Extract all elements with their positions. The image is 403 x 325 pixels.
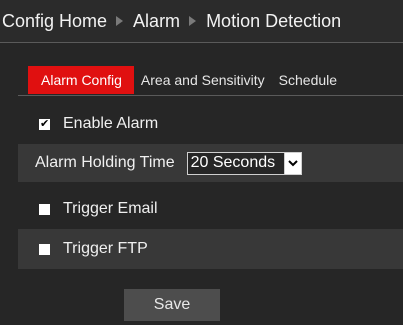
trigger-ftp-row: Trigger FTP xyxy=(18,229,403,269)
breadcrumb-motion-detection: Motion Detection xyxy=(206,10,342,31)
checkmark-icon: ✔ xyxy=(40,116,50,130)
chevron-down-icon[interactable] xyxy=(283,151,302,175)
enable-alarm-row: ✔ Enable Alarm xyxy=(18,107,403,141)
trigger-email-row: Trigger Email xyxy=(18,190,403,228)
trigger-email-checkbox[interactable] xyxy=(39,203,50,215)
tab-schedule[interactable]: Schedule xyxy=(272,66,344,94)
alarm-holding-time-value[interactable]: 20 Seconds xyxy=(186,151,284,175)
tab-alarm-config[interactable]: Alarm Config xyxy=(28,66,134,94)
enable-alarm-checkbox[interactable]: ✔ xyxy=(39,116,50,130)
tab-area-and-sensitivity[interactable]: Area and Sensitivity xyxy=(134,66,272,94)
tab-bar: Alarm Config Area and Sensitivity Schedu… xyxy=(28,66,344,94)
save-button[interactable]: Save xyxy=(124,289,220,321)
enable-alarm-label: Enable Alarm xyxy=(63,115,159,132)
breadcrumb-separator-icon xyxy=(189,16,197,26)
breadcrumb: Config Home Alarm Motion Detection xyxy=(0,0,403,43)
alarm-holding-time-row: Alarm Holding Time 20 Seconds xyxy=(18,144,403,182)
alarm-holding-time-select[interactable]: 20 Seconds xyxy=(186,151,302,175)
trigger-ftp-checkbox[interactable] xyxy=(39,243,50,255)
breadcrumb-alarm[interactable]: Alarm xyxy=(133,11,180,32)
tab-divider xyxy=(18,95,403,96)
breadcrumb-separator-icon xyxy=(116,16,124,26)
trigger-ftp-label: Trigger FTP xyxy=(63,240,148,257)
alarm-holding-time-label: Alarm Holding Time xyxy=(35,154,175,171)
motion-detection-config-page: Config Home Alarm Motion Detection Alarm… xyxy=(0,0,403,325)
trigger-email-label: Trigger Email xyxy=(63,200,158,217)
breadcrumb-config-home[interactable]: Config Home xyxy=(2,11,107,32)
